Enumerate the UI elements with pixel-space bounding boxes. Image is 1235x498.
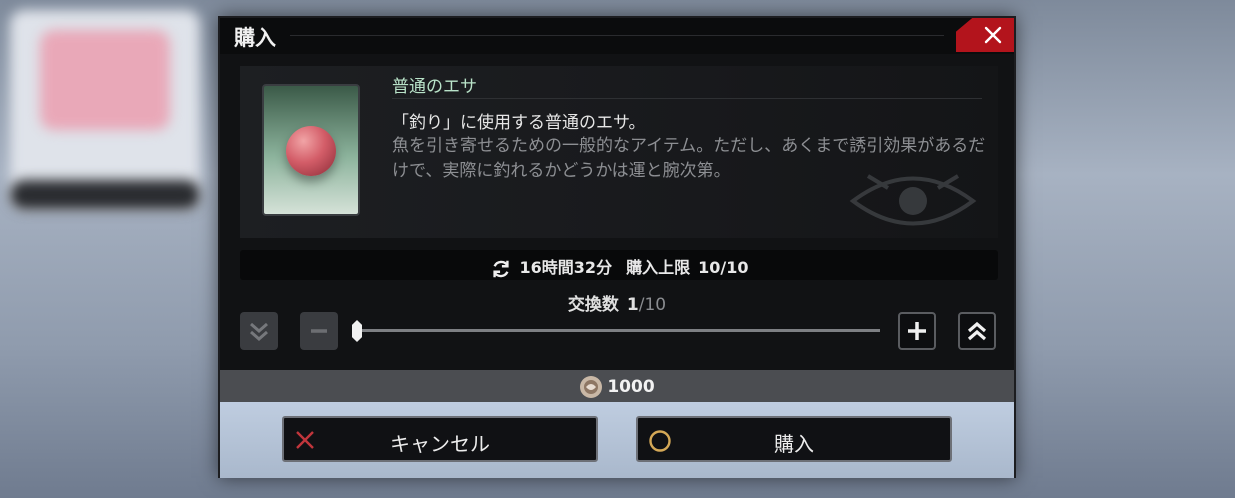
bait-icon <box>286 126 336 176</box>
bait-coin-icon <box>580 376 603 398</box>
cost-bar: 1000 <box>220 370 1014 402</box>
dialog-footer: キャンセル 購入 <box>220 402 1014 478</box>
decrease-button[interactable] <box>300 312 338 350</box>
minus-icon <box>311 329 327 333</box>
item-name: 普通のエサ <box>392 77 477 97</box>
increase-button[interactable] <box>898 312 936 350</box>
cancel-button-label: キャンセル <box>390 432 490 456</box>
background-card-image <box>40 30 170 130</box>
purchase-limit-bar: 16時間32分 購入上限 10/10 <box>240 250 998 280</box>
eye-emblem-icon <box>849 174 977 226</box>
double-chevron-down-icon <box>250 322 268 341</box>
close-icon <box>984 26 1002 44</box>
refresh-icon <box>492 260 509 277</box>
quantity-slider-handle[interactable] <box>352 320 362 342</box>
buy-button[interactable]: 購入 <box>636 416 952 462</box>
exchange-count: 交換数 1/10 <box>220 290 1014 315</box>
cost-amount: 1000 <box>607 377 655 397</box>
purchase-limit-label: 購入上限 <box>626 258 691 277</box>
exchange-count-label: 交換数 <box>567 295 619 315</box>
max-quantity-button[interactable] <box>958 312 996 350</box>
exchange-count-current: 1 <box>626 295 639 315</box>
purchase-limit-value: 10/10 <box>698 258 749 277</box>
cancel-button[interactable]: キャンセル <box>282 416 598 462</box>
close-button[interactable] <box>956 18 1014 52</box>
refresh-timer: 16時間32分 <box>519 258 613 277</box>
plus-icon <box>908 322 926 340</box>
item-card <box>262 84 360 216</box>
purchase-dialog: 購入 普通のエサ 「釣り」に使用する普通のエサ。 魚を引き寄せるための一般的なア… <box>218 16 1016 478</box>
dialog-titlebar: 購入 <box>220 18 1014 54</box>
quantity-slider-track[interactable] <box>356 329 880 332</box>
buy-button-label: 購入 <box>774 432 814 456</box>
dialog-title: 購入 <box>234 26 276 50</box>
item-description-main: 「釣り」に使用する普通のエサ。 <box>392 113 646 133</box>
item-name-divider <box>392 98 982 99</box>
item-info-panel: 普通のエサ 「釣り」に使用する普通のエサ。 魚を引き寄せるための一般的なアイテム… <box>240 66 998 238</box>
exchange-count-max: /10 <box>638 295 667 315</box>
title-divider <box>290 35 944 36</box>
min-quantity-button[interactable] <box>240 312 278 350</box>
double-chevron-up-icon <box>967 321 987 341</box>
background-card-strip <box>10 180 200 210</box>
